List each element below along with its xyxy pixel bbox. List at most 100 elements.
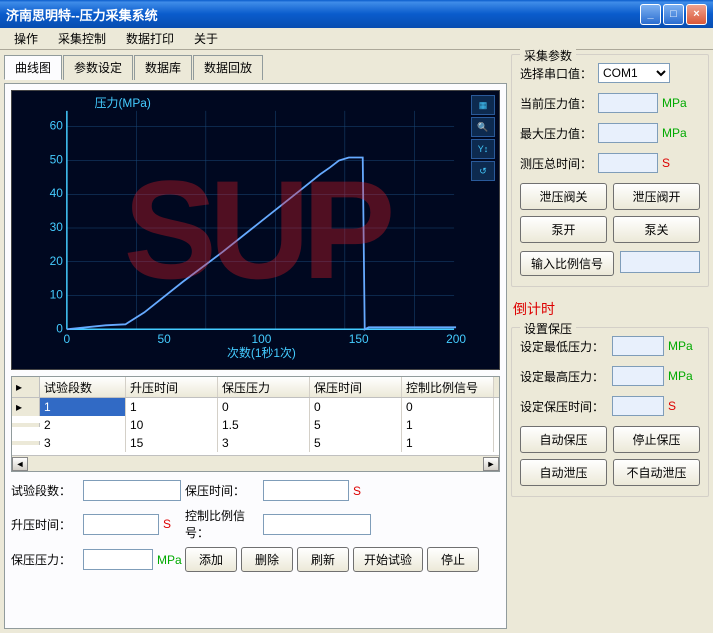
rise-input[interactable] (83, 514, 159, 535)
auto-hold-button[interactable]: 自动保压 (520, 426, 607, 453)
seg-input[interactable] (83, 480, 181, 501)
max-unit: MPa (662, 126, 690, 140)
scroll-left-icon[interactable]: ◄ (12, 457, 28, 471)
cur-value (598, 93, 658, 113)
pressure-chart: SUP 01020 (11, 90, 500, 370)
valve-open-button[interactable]: 泄压阀开 (613, 183, 700, 210)
th-sig[interactable]: 控制比例信号 (402, 377, 494, 397)
delete-button[interactable]: 删除 (241, 547, 293, 572)
unit-mpa: MPa (157, 553, 182, 567)
cur-label: 当前压力值： (520, 95, 594, 112)
close-button[interactable]: × (686, 4, 707, 25)
pump-off-button[interactable]: 泵关 (613, 216, 700, 243)
minp-unit: MPa (668, 339, 696, 353)
unit-s2: S (163, 517, 171, 531)
maxp-value[interactable] (612, 366, 664, 386)
chart-tool-grid-icon[interactable]: ▦ (471, 95, 495, 115)
chart-xlabel: 次数(1秒1次) (227, 346, 296, 360)
cell-holdp: 3 (218, 434, 310, 452)
rowhead-corner[interactable]: ▸ (12, 377, 40, 397)
com-select[interactable]: COM1 (598, 63, 670, 83)
auto-release-button[interactable]: 自动泄压 (520, 459, 607, 486)
time-unit: S (662, 156, 690, 170)
maxp-unit: MPa (668, 369, 696, 383)
svg-text:150: 150 (349, 332, 369, 346)
table-hscroll[interactable]: ◄ ► (12, 455, 499, 471)
minimize-button[interactable]: _ (640, 4, 661, 25)
chart-tool-zoom-icon[interactable]: 🔍 (471, 117, 495, 137)
no-auto-release-button[interactable]: 不自动泄压 (613, 459, 700, 486)
tabstrip: 曲线图 参数设定 数据库 数据回放 (4, 54, 507, 79)
th-seg[interactable]: 试验段数 (40, 377, 126, 397)
pump-on-button[interactable]: 泵开 (520, 216, 607, 243)
th-holdt[interactable]: 保压时间 (310, 377, 402, 397)
stop-hold-button[interactable]: 停止保压 (613, 426, 700, 453)
th-rise[interactable]: 升压时间 (126, 377, 218, 397)
cell-holdt: 5 (310, 416, 402, 434)
holdset-group-title: 设置保压 (520, 320, 576, 337)
cell-sig: 1 (402, 416, 494, 434)
svg-text:0: 0 (64, 332, 71, 346)
max-label: 最大压力值： (520, 125, 594, 142)
cell-rise: 1 (126, 398, 218, 416)
maximize-button[interactable]: □ (663, 4, 684, 25)
cell-holdt: 5 (310, 434, 402, 452)
cell-seg: 2 (40, 416, 126, 434)
refresh-button[interactable]: 刷新 (297, 547, 349, 572)
minp-label: 设定最低压力： (520, 338, 608, 355)
svg-text:50: 50 (50, 152, 64, 166)
tab-params[interactable]: 参数设定 (63, 55, 133, 80)
params-group-title: 采集参数 (520, 47, 576, 64)
cur-unit: MPa (662, 96, 690, 110)
th-holdp[interactable]: 保压压力 (218, 377, 310, 397)
scroll-right-icon[interactable]: ► (483, 457, 499, 471)
add-button[interactable]: 添加 (185, 547, 237, 572)
chart-ylabel: 压力(MPa) (95, 96, 151, 110)
svg-text:40: 40 (50, 186, 64, 200)
holdt-input[interactable] (263, 480, 349, 501)
menu-print[interactable]: 数据打印 (116, 28, 184, 49)
holdt-label: 保压时间： (185, 482, 259, 499)
stop-button[interactable]: 停止 (427, 547, 479, 572)
cell-holdp: 0 (218, 398, 310, 416)
seg-label: 试验段数： (11, 482, 79, 499)
cell-seg: 1 (40, 398, 126, 416)
chart-svg: 01020 304050 60 050100 150200 压力(MPa) 次数… (12, 91, 499, 369)
maxp-label: 设定最高压力： (520, 368, 608, 385)
start-test-button[interactable]: 开始试验 (353, 547, 423, 572)
row-header[interactable]: ▸ (12, 398, 40, 416)
table-row[interactable]: ▸11000 (12, 398, 499, 416)
cell-rise: 10 (126, 416, 218, 434)
chart-tool-reset-icon[interactable]: ↺ (471, 161, 495, 181)
menu-about[interactable]: 关于 (184, 28, 228, 49)
row-header[interactable] (12, 423, 40, 427)
svg-text:10: 10 (50, 288, 64, 302)
input-signal-button[interactable]: 输入比例信号 (520, 251, 614, 276)
segments-table: ▸ 试验段数 升压时间 保压压力 保压时间 控制比例信号 ▸110002101.… (11, 376, 500, 472)
row-header[interactable] (12, 441, 40, 445)
table-row[interactable]: 315351 (12, 434, 499, 452)
window-title: 济南思明特--压力采集系统 (6, 5, 640, 24)
minp-value[interactable] (612, 336, 664, 356)
tab-database[interactable]: 数据库 (134, 55, 192, 80)
tab-chart[interactable]: 曲线图 (4, 55, 62, 80)
max-value (598, 123, 658, 143)
holdtime-label: 设定保压时间： (520, 398, 608, 415)
holdtime-unit: S (668, 399, 696, 413)
sig-input[interactable] (263, 514, 371, 535)
table-row[interactable]: 2101.551 (12, 416, 499, 434)
menu-acquire[interactable]: 采集控制 (48, 28, 116, 49)
holdtime-value[interactable] (612, 396, 664, 416)
chart-tool-auto-icon[interactable]: Y↕ (471, 139, 495, 159)
cell-sig: 1 (402, 434, 494, 452)
com-label: 选择串口值： (520, 65, 594, 82)
menu-operate[interactable]: 操作 (4, 28, 48, 49)
holdp-input[interactable] (83, 549, 153, 570)
tab-replay[interactable]: 数据回放 (193, 55, 263, 80)
svg-text:200: 200 (446, 332, 466, 346)
valve-close-button[interactable]: 泄压阀关 (520, 183, 607, 210)
svg-text:20: 20 (50, 254, 64, 268)
svg-text:60: 60 (50, 119, 64, 133)
holdp-label: 保压压力： (11, 551, 79, 568)
cell-seg: 3 (40, 434, 126, 452)
